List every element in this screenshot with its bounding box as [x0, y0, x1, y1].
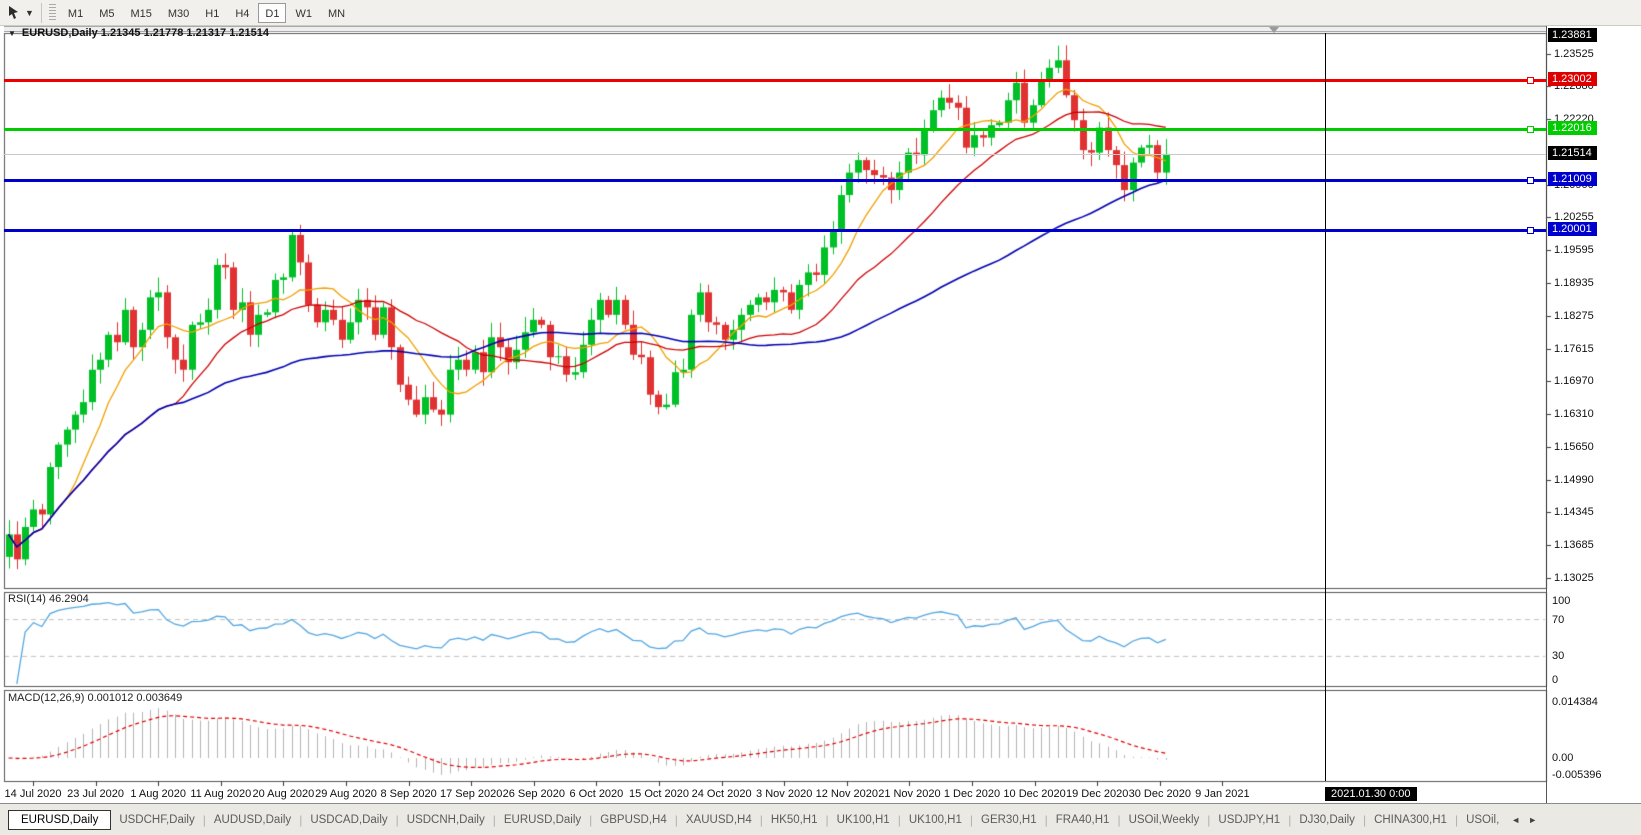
chart-tab-usdcnh-daily[interactable]: USDCNH,Daily — [399, 811, 493, 829]
crosshair-vertical-line — [1325, 33, 1326, 781]
price-axis-label: 1.17615 — [1554, 343, 1594, 355]
rsi-indicator-label: RSI(14) 46.2904 — [8, 593, 89, 605]
line-handle-support-blue-1[interactable] — [1527, 177, 1534, 184]
price-badge-green-line-level: 1.22016 — [1548, 121, 1597, 135]
mt4-terminal-window: ▼ M1M5M15M30H1H4D1W1MN ▼ EURUSD,Daily 1.… — [0, 0, 1641, 835]
horizontal-line-current-price-line[interactable] — [4, 154, 1546, 155]
price-axis-label: 1.15650 — [1554, 441, 1594, 453]
chart-tab-xauusd-h4[interactable]: XAUUSD,H4 — [678, 811, 760, 829]
rsi-axis-label: 0 — [1552, 674, 1558, 686]
date-axis-label: 3 Nov 2020 — [756, 788, 812, 800]
date-axis-label: 17 Sep 2020 — [440, 788, 502, 800]
date-axis-label: 20 Aug 2020 — [252, 788, 314, 800]
chart-tab-usoil-weekly[interactable]: USOil,Weekly — [1121, 811, 1208, 829]
date-axis-label: 9 Jan 2021 — [1195, 788, 1249, 800]
date-axis-label: 15 Oct 2020 — [629, 788, 689, 800]
chart-tab-ger30-h1[interactable]: GER30,H1 — [973, 811, 1045, 829]
price-badge-high-marker: 1.23881 — [1548, 28, 1597, 42]
date-axis-label: 6 Oct 2020 — [569, 788, 623, 800]
horizontal-line-support-blue-1[interactable] — [4, 179, 1546, 182]
date-axis-label: 21 Nov 2020 — [878, 788, 940, 800]
line-handle-resistance-red[interactable] — [1527, 77, 1534, 84]
price-axis-label: 1.23525 — [1554, 48, 1594, 60]
date-axis-label: 26 Sep 2020 — [503, 788, 565, 800]
chart-tab-gbpusd-h4[interactable]: GBPUSD,H4 — [592, 811, 674, 829]
price-axis-label: 1.16970 — [1554, 375, 1594, 387]
price-axis-label: 1.13025 — [1554, 572, 1594, 584]
price-chart-canvas[interactable] — [0, 0, 1641, 835]
collapse-chart-arrow-icon[interactable]: ▼ — [8, 29, 16, 38]
chart-tab-usdjpy-h1[interactable]: USDJPY,H1 — [1210, 811, 1288, 829]
date-axis-label: 24 Oct 2020 — [692, 788, 752, 800]
rsi-axis-label: 30 — [1552, 650, 1564, 662]
macd-axis-label: 0.00 — [1552, 752, 1573, 764]
date-axis-label: 23 Jul 2020 — [67, 788, 124, 800]
line-handle-support-blue-2[interactable] — [1527, 227, 1534, 234]
date-axis-label: 14 Jul 2020 — [5, 788, 62, 800]
price-badge-red-line-level: 1.23002 — [1548, 72, 1597, 86]
macd-indicator-label: MACD(12,26,9) 0.001012 0.003649 — [8, 692, 182, 704]
chart-tab-usdcad-daily[interactable]: USDCAD,Daily — [302, 811, 395, 829]
date-axis-label: 1 Dec 2020 — [944, 788, 1000, 800]
price-axis-label: 1.18275 — [1554, 310, 1594, 322]
price-axis-label: 1.14990 — [1554, 474, 1594, 486]
chart-shift-triangle-icon[interactable] — [1269, 27, 1279, 33]
price-axis-label: 1.13685 — [1554, 539, 1594, 551]
date-axis-label: 11 Aug 2020 — [190, 788, 251, 800]
tabs-scroll-left-button[interactable]: ◄ — [1507, 813, 1524, 827]
tabs-scroll-right-button[interactable]: ► — [1524, 813, 1541, 827]
line-handle-level-green[interactable] — [1527, 126, 1534, 133]
chart-tab-uk100-h1[interactable]: UK100,H1 — [829, 811, 898, 829]
rsi-axis-label: 70 — [1552, 614, 1564, 626]
crosshair-date-tooltip: 2021.01.30 0:00 — [1325, 787, 1417, 801]
macd-axis-label: 0.014384 — [1552, 696, 1598, 708]
horizontal-line-support-blue-2[interactable] — [4, 229, 1546, 232]
rsi-axis-label: 100 — [1552, 595, 1570, 607]
date-axis-label: 8 Sep 2020 — [380, 788, 436, 800]
chart-tab-audusd-daily[interactable]: AUDUSD,Daily — [206, 811, 299, 829]
chart-tab-dj30-daily[interactable]: DJ30,Daily — [1291, 811, 1363, 829]
chart-tab-fra40-h1[interactable]: FRA40,H1 — [1048, 811, 1118, 829]
price-axis-label: 1.18935 — [1554, 277, 1594, 289]
date-axis-label: 10 Dec 2020 — [1003, 788, 1065, 800]
price-axis-label: 1.16310 — [1554, 408, 1594, 420]
chart-tab-china300-h1[interactable]: CHINA300,H1 — [1366, 811, 1455, 829]
price-badge-current-price: 1.21514 — [1548, 146, 1597, 160]
chart-tab-eurusd-daily[interactable]: EURUSD,Daily — [496, 811, 589, 829]
price-badge-blue-line-level-2: 1.20001 — [1548, 222, 1597, 236]
chart-title: ▼ EURUSD,Daily 1.21345 1.21778 1.21317 1… — [8, 27, 269, 39]
chart-tab-hk50-h1[interactable]: HK50,H1 — [763, 811, 826, 829]
chart-title-text: EURUSD,Daily 1.21345 1.21778 1.21317 1.2… — [22, 27, 269, 39]
chart-tab-uk100-h1[interactable]: UK100,H1 — [901, 811, 970, 829]
horizontal-line-resistance-red[interactable] — [4, 79, 1546, 82]
date-axis-label: 29 Aug 2020 — [315, 788, 377, 800]
date-axis-label: 30 Dec 2020 — [1129, 788, 1191, 800]
chart-tab-usdchf-daily[interactable]: USDCHF,Daily — [111, 811, 202, 829]
chart-tab-usoil-[interactable]: USOil, — [1458, 811, 1507, 829]
date-axis-label: 12 Nov 2020 — [816, 788, 878, 800]
chart-tab-bar: EURUSD,DailyUSDCHF,Daily|AUDUSD,Daily|US… — [0, 803, 1641, 835]
macd-axis-label: -0.005396 — [1552, 769, 1602, 781]
chart-tab-eurusd-daily[interactable]: EURUSD,Daily — [8, 810, 111, 830]
price-axis-label: 1.19595 — [1554, 244, 1594, 256]
horizontal-line-level-green[interactable] — [4, 128, 1546, 131]
date-axis-label: 1 Aug 2020 — [130, 788, 186, 800]
price-axis-label: 1.14345 — [1554, 506, 1594, 518]
date-axis-label: 19 Dec 2020 — [1066, 788, 1128, 800]
price-axis-border — [1546, 26, 1547, 803]
price-badge-blue-line-level-1: 1.21009 — [1548, 172, 1597, 186]
